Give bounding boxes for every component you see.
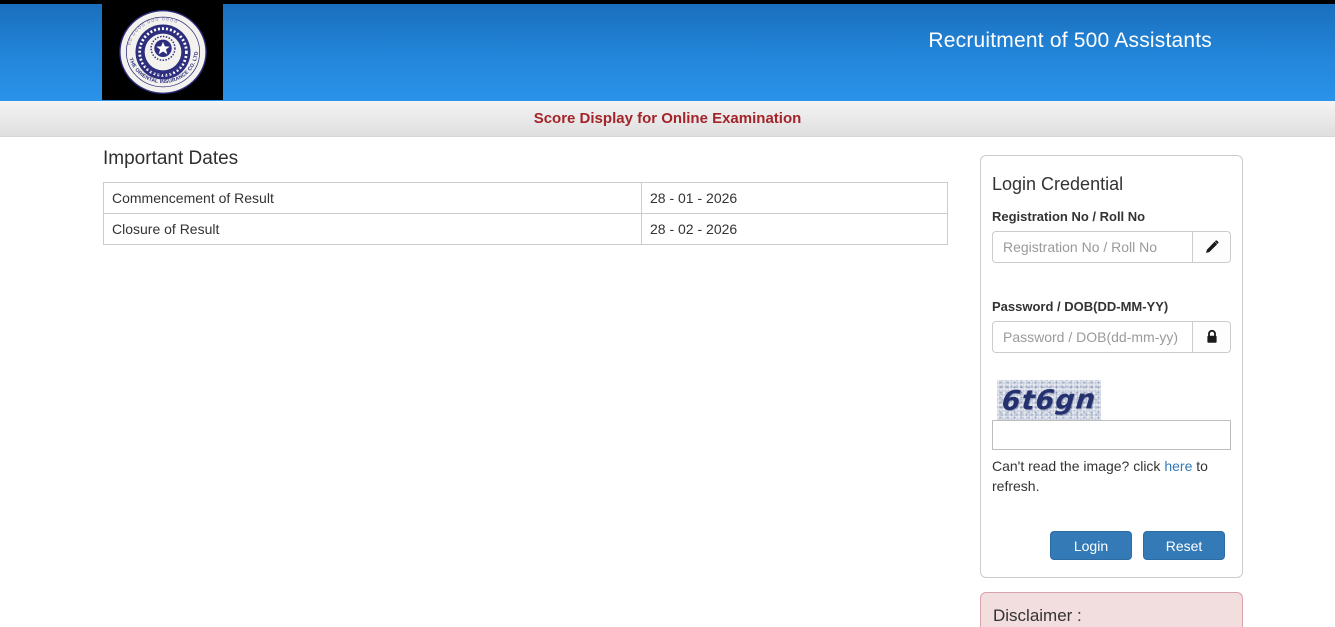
page-title: Score Display for Online Examination bbox=[533, 110, 802, 127]
password-input[interactable] bbox=[992, 321, 1192, 353]
subheader-bar: Score Display for Online Examination bbox=[0, 101, 1335, 137]
captcha-image: 6t6gn bbox=[997, 380, 1101, 420]
captcha-input[interactable] bbox=[992, 420, 1231, 450]
lock-addon bbox=[1192, 321, 1231, 353]
login-panel: Login Credential Registration No / Roll … bbox=[980, 155, 1243, 578]
registration-input[interactable] bbox=[992, 231, 1192, 263]
reset-button[interactable]: Reset bbox=[1143, 531, 1225, 560]
table-row: Closure of Result 28 - 02 - 2026 bbox=[103, 213, 948, 245]
important-dates-table: Commencement of Result 28 - 01 - 2026 Cl… bbox=[103, 182, 948, 245]
captcha-text: 6t6gn bbox=[1000, 383, 1098, 417]
date-label: Commencement of Result bbox=[103, 182, 642, 214]
pencil-addon bbox=[1192, 231, 1231, 263]
login-button[interactable]: Login bbox=[1050, 531, 1132, 560]
insurance-emblem-icon: ○○ ○○○○ ○○○ ○○○○ THE ORIENTAL INSURANCE … bbox=[118, 10, 207, 94]
header-title: Recruitment of 500 Assistants bbox=[928, 29, 1212, 52]
app-header: ○○ ○○○○ ○○○ ○○○○ THE ORIENTAL INSURANCE … bbox=[0, 4, 1335, 101]
date-label: Closure of Result bbox=[103, 213, 642, 245]
important-dates-heading: Important Dates bbox=[103, 148, 239, 169]
captcha-help-text: Can't read the image? click here to refr… bbox=[992, 456, 1224, 496]
registration-label: Registration No / Roll No bbox=[992, 209, 1146, 224]
date-value: 28 - 02 - 2026 bbox=[641, 213, 948, 245]
disclaimer-heading: Disclaimer : bbox=[993, 606, 1082, 625]
pencil-icon bbox=[1206, 239, 1219, 253]
table-row: Commencement of Result 28 - 01 - 2026 bbox=[103, 182, 948, 214]
password-label: Password / DOB(DD-MM-YY) bbox=[992, 299, 1169, 314]
disclaimer-panel: Disclaimer : bbox=[980, 592, 1243, 627]
oriental-insurance-logo: ○○ ○○○○ ○○○ ○○○○ THE ORIENTAL INSURANCE … bbox=[102, 4, 223, 100]
lock-icon bbox=[1206, 329, 1217, 343]
captcha-refresh-link[interactable]: here bbox=[1164, 458, 1192, 474]
login-heading: Login Credential bbox=[992, 174, 1124, 194]
page: ○○ ○○○○ ○○○ ○○○○ THE ORIENTAL INSURANCE … bbox=[0, 0, 1335, 627]
captcha-help-prefix: Can't read the image? click bbox=[992, 458, 1165, 474]
date-value: 28 - 01 - 2026 bbox=[641, 182, 948, 214]
